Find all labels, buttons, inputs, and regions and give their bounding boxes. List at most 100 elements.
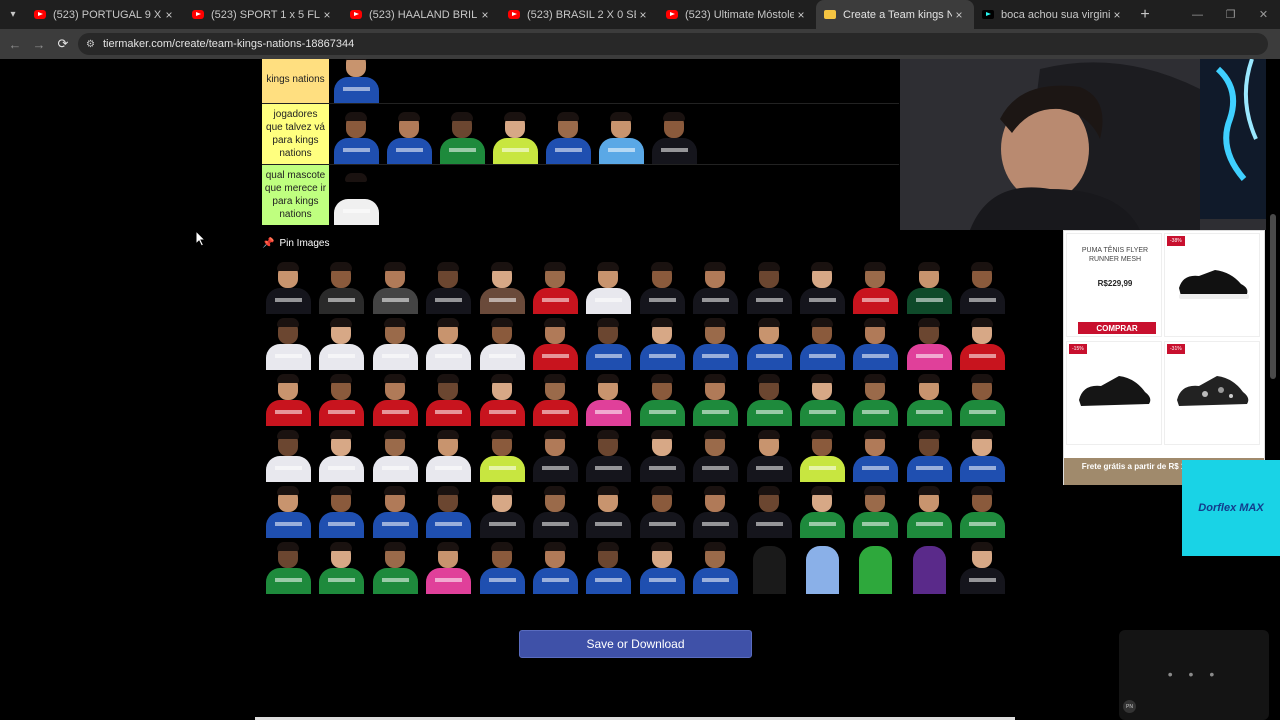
player-image[interactable] [422,538,475,594]
player-image[interactable] [529,482,582,538]
player-image[interactable] [315,482,368,538]
mascot-image[interactable] [796,538,849,594]
player-image[interactable] [796,370,849,426]
browser-tab[interactable]: boca achou sua virginia 💖🤣× [974,0,1132,29]
player-image[interactable] [262,258,315,314]
player-image[interactable] [529,370,582,426]
reload-icon[interactable]: ⟳ [51,29,75,59]
player-image[interactable] [262,482,315,538]
player-image[interactable] [956,426,1009,482]
player-image[interactable] [315,538,368,594]
player-image[interactable] [422,370,475,426]
address-bar[interactable]: ⚙ tiermaker.com/create/team-kings-nation… [78,33,1268,55]
player-image[interactable] [849,258,902,314]
close-tab-icon[interactable]: × [1110,8,1124,22]
player-image[interactable] [476,370,529,426]
tier-label[interactable]: qual mascote que merece ir para kings na… [262,165,329,225]
player-image[interactable] [582,538,635,594]
player-image[interactable] [476,426,529,482]
player-image[interactable] [689,426,742,482]
close-tab-icon[interactable]: × [794,8,808,22]
ad-card-shoe[interactable]: -31% [1164,341,1260,445]
player-image[interactable] [369,426,422,482]
player-image[interactable] [796,314,849,370]
player-image[interactable] [903,426,956,482]
player-image[interactable] [903,258,956,314]
player-image[interactable] [582,370,635,426]
close-tab-icon[interactable]: × [320,8,334,22]
browser-tab[interactable]: (523) PORTUGAL 9 X 1 ARMÊNI× [26,0,184,29]
site-info-icon[interactable]: ⚙ [86,39,95,50]
ad-buy-button[interactable]: COMPRAR [1078,322,1156,334]
browser-tab[interactable]: (523) Ultimate Móstoles vs Por× [658,0,816,29]
close-tab-icon[interactable]: × [478,8,492,22]
player-image[interactable] [315,426,368,482]
ad-card-product[interactable]: PUMA TÊNIS FLYER RUNNER MESH R$229,99 CO… [1066,233,1162,337]
player-image[interactable] [956,314,1009,370]
player-image[interactable] [903,482,956,538]
player-image[interactable] [422,258,475,314]
player-image[interactable] [262,314,315,370]
player-image[interactable] [330,59,383,103]
player-image[interactable] [476,538,529,594]
mascot-shirt-image[interactable] [330,169,383,225]
browser-tab[interactable]: (523) BRASIL 2 X 0 SENEGAL | M× [500,0,658,29]
browser-tab[interactable]: (523) HAALAND BRILHA, NOR× [342,0,500,29]
player-image[interactable] [262,426,315,482]
player-image[interactable] [582,426,635,482]
player-image[interactable] [689,538,742,594]
minimize-icon[interactable]: — [1181,0,1214,29]
browser-tab[interactable]: (523) SPORT 1 x 5 FLAMENGO |× [184,0,342,29]
close-window-icon[interactable]: ✕ [1247,0,1280,29]
player-image[interactable] [315,258,368,314]
player-image[interactable] [636,426,689,482]
forward-arrow-icon[interactable]: → [27,29,51,59]
dorflex-ad[interactable]: Dorflex MAX [1182,460,1280,556]
player-image[interactable] [796,482,849,538]
player-image[interactable] [489,108,542,164]
player-image[interactable] [262,538,315,594]
shoe-ad[interactable]: PUMA TÊNIS FLYER RUNNER MESH R$229,99 CO… [1063,230,1265,485]
player-image[interactable] [529,258,582,314]
player-image[interactable] [849,482,902,538]
player-image[interactable] [689,482,742,538]
player-image[interactable] [743,314,796,370]
player-image[interactable] [956,258,1009,314]
player-image[interactable] [369,482,422,538]
player-image[interactable] [743,426,796,482]
ad-card-shoe[interactable]: -15% [1066,341,1162,445]
player-image[interactable] [903,370,956,426]
vertical-scrollbar[interactable] [1270,214,1276,379]
close-tab-icon[interactable]: × [162,8,176,22]
save-or-download-button[interactable]: Save or Download [519,630,752,658]
player-image[interactable] [422,426,475,482]
player-image[interactable] [542,108,595,164]
player-image[interactable] [796,426,849,482]
player-image[interactable] [689,314,742,370]
player-image[interactable] [422,482,475,538]
player-image[interactable] [956,538,1009,594]
player-image[interactable] [595,108,648,164]
back-arrow-icon[interactable]: ← [3,29,27,59]
mascot-image[interactable] [743,538,796,594]
close-tab-icon[interactable]: × [636,8,650,22]
player-image[interactable] [849,426,902,482]
player-image[interactable] [529,314,582,370]
mini-player[interactable]: • • • PN [1119,630,1269,720]
player-image[interactable] [369,538,422,594]
close-tab-icon[interactable]: × [952,8,966,22]
player-image[interactable] [330,108,383,164]
player-image[interactable] [743,258,796,314]
player-image[interactable] [262,370,315,426]
player-image[interactable] [903,314,956,370]
player-image[interactable] [529,426,582,482]
player-image[interactable] [369,258,422,314]
player-image[interactable] [689,370,742,426]
player-image[interactable] [956,482,1009,538]
player-image[interactable] [956,370,1009,426]
player-image[interactable] [636,258,689,314]
player-image[interactable] [636,314,689,370]
browser-tab[interactable]: Create a Team kings Nations Ti× [816,0,974,29]
ad-card-shoe[interactable]: -38% [1164,233,1260,337]
player-image[interactable] [476,314,529,370]
